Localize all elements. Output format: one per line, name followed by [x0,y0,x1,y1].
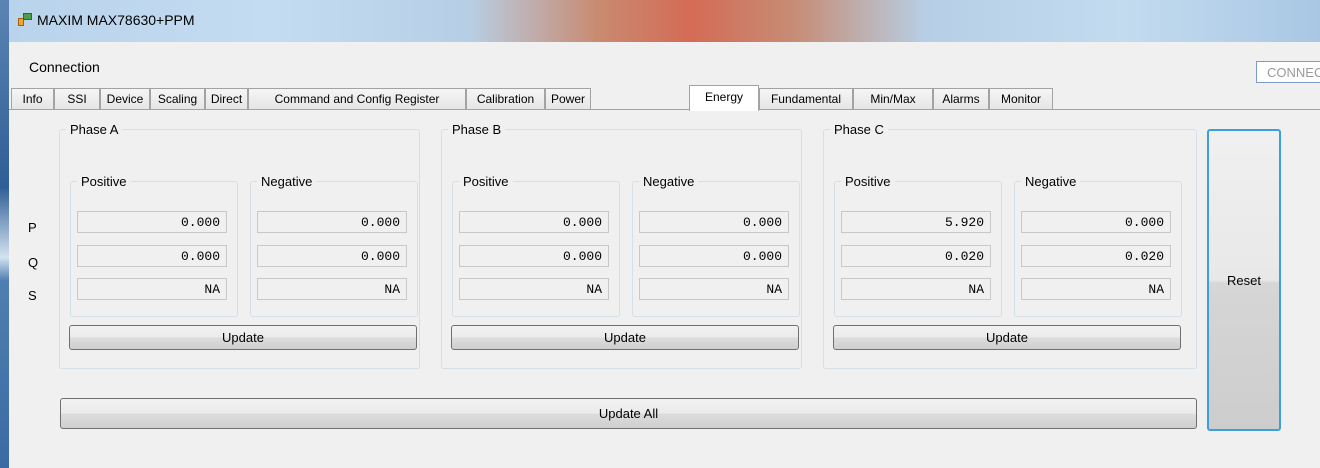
phase-c-negative-q: 0.020 [1021,245,1171,267]
tab-command-config[interactable]: Command and Config Register [248,88,466,110]
phase-a-negative-p: 0.000 [257,211,407,233]
tab-minmax[interactable]: Min/Max [853,88,933,110]
tab-device[interactable]: Device [100,88,150,110]
update-all-button[interactable]: Update All [60,398,1197,429]
phase-a-positive-q: 0.000 [77,245,227,267]
tab-calibration[interactable]: Calibration [466,88,545,110]
app-window: MAXIM MAX78630+PPM Connection CONNECTED … [0,0,1320,468]
phase-c-positive-q: 0.020 [841,245,991,267]
phase-b-title: Phase B [448,122,506,137]
phase-b-negative-label: Negative [639,174,699,189]
phase-a-group: Phase A Positive Negative 0.000 0.000 NA… [59,122,420,369]
phase-b-positive-s: NA [459,278,609,300]
phase-c-group: Phase C Positive Negative 5.920 0.020 NA… [823,122,1197,369]
phase-c-positive-label: Positive [841,174,895,189]
phase-c-negative-s: NA [1021,278,1171,300]
phase-a-negative-s: NA [257,278,407,300]
phase-a-title: Phase A [66,122,123,137]
row-label-q: Q [28,255,39,270]
menu-connection[interactable]: Connection [29,59,100,75]
tab-energy[interactable]: Energy [689,85,759,111]
phase-c-negative-label: Negative [1021,174,1081,189]
window-title: MAXIM MAX78630+PPM [37,12,195,28]
tab-alarms[interactable]: Alarms [933,88,989,110]
phase-b-positive-p: 0.000 [459,211,609,233]
tab-direct[interactable]: Direct [205,88,248,110]
reset-button[interactable]: Reset [1207,129,1281,431]
title-bar[interactable]: MAXIM MAX78630+PPM [9,0,1320,42]
phase-a-update-button[interactable]: Update [69,325,417,350]
phase-c-update-button[interactable]: Update [833,325,1181,350]
tab-monitor[interactable]: Monitor [989,88,1053,110]
phase-a-negative-label: Negative [257,174,317,189]
phase-b-positive-label: Positive [459,174,513,189]
phase-c-positive-s: NA [841,278,991,300]
app-icon [18,13,32,27]
tab-power[interactable]: Power [545,88,591,110]
phase-b-group: Phase B Positive Negative 0.000 0.000 NA… [441,122,802,369]
tab-scaling[interactable]: Scaling [150,88,205,110]
phase-a-positive-s: NA [77,278,227,300]
row-label-s: S [28,288,37,303]
connection-status-field: CONNECTED [1256,61,1320,83]
phase-c-positive-p: 5.920 [841,211,991,233]
phase-b-negative-p: 0.000 [639,211,789,233]
tab-ssi[interactable]: SSI [54,88,100,110]
client-area: Connection CONNECTED Info SSI Device Sca… [9,42,1320,468]
tab-info[interactable]: Info [11,88,54,110]
menu-bar: Connection CONNECTED [9,50,1320,84]
tab-fundamental[interactable]: Fundamental [759,88,853,110]
row-label-p: P [28,220,37,235]
phase-c-title: Phase C [830,122,888,137]
phase-b-negative-s: NA [639,278,789,300]
phase-b-negative-q: 0.000 [639,245,789,267]
window-left-edge [0,0,9,468]
phase-b-positive-q: 0.000 [459,245,609,267]
phase-c-negative-p: 0.000 [1021,211,1171,233]
phase-a-positive-label: Positive [77,174,131,189]
phase-b-update-button[interactable]: Update [451,325,799,350]
phase-a-positive-p: 0.000 [77,211,227,233]
energy-tab-page: P Q S Phase A Positive Negative 0.000 0.… [9,109,1320,468]
tab-strip: Info SSI Device Scaling Direct Command a… [9,85,1320,111]
phase-a-negative-q: 0.000 [257,245,407,267]
